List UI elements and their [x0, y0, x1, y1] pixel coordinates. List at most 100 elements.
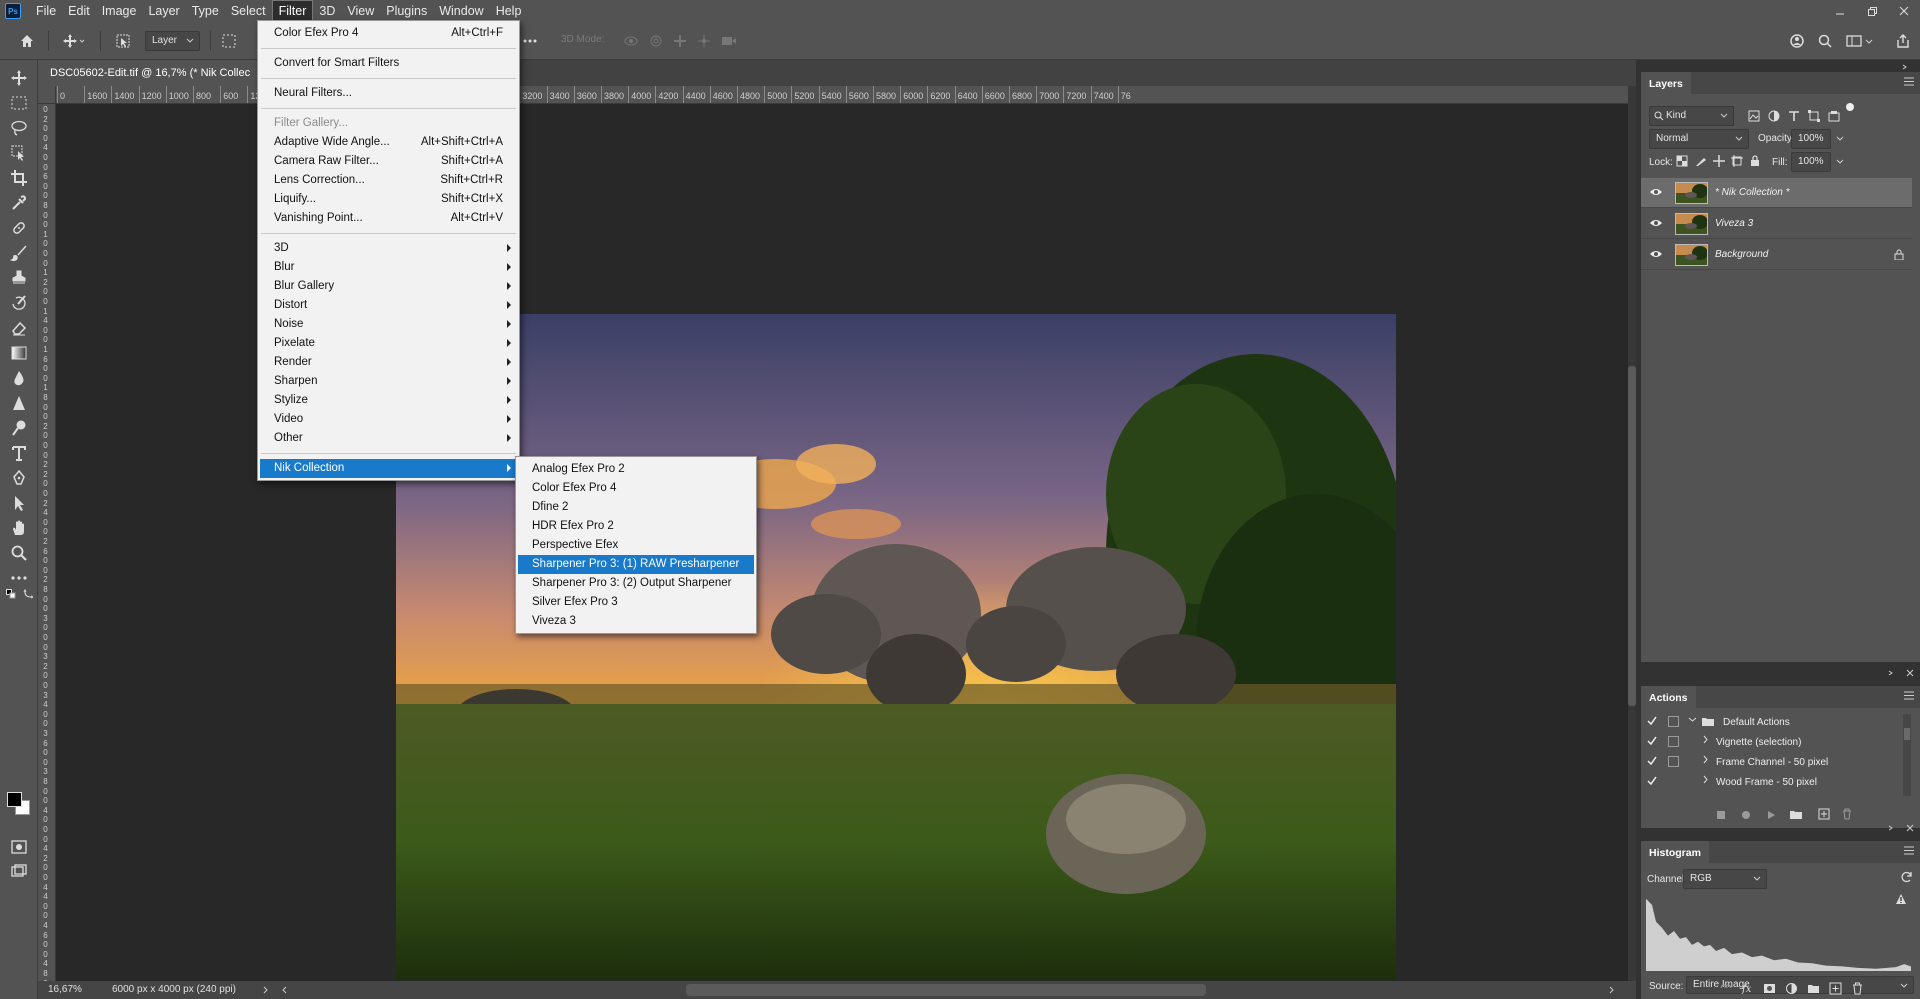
- filter-menu-item-blur[interactable]: Blur: [260, 258, 517, 277]
- layer-row[interactable]: Viveza 3: [1641, 209, 1912, 239]
- filter-menu-item-video[interactable]: Video: [260, 410, 517, 429]
- dialog-toggle-icon[interactable]: [1668, 756, 1679, 767]
- visibility-eye-icon[interactable]: [1649, 218, 1663, 228]
- auto-select-icon[interactable]: [110, 22, 136, 60]
- filter-menu-item-stylize[interactable]: Stylize: [260, 391, 517, 410]
- opacity-field[interactable]: 100%: [1791, 129, 1831, 149]
- blur-tool-icon[interactable]: [8, 367, 30, 389]
- sharpen-tool-icon[interactable]: [8, 392, 30, 414]
- nik-menu-item-dfine-2[interactable]: Dfine 2: [518, 498, 754, 517]
- lock-icon[interactable]: [1894, 249, 1904, 260]
- lock-artboard-icon[interactable]: [1731, 155, 1743, 167]
- status-menu-arrow-icon[interactable]: [263, 986, 269, 994]
- layer-name[interactable]: Viveza 3: [1715, 218, 1753, 229]
- delete-action-icon[interactable]: [1841, 808, 1853, 820]
- filter-menu-item-nik-collection[interactable]: Nik Collection: [260, 459, 517, 478]
- document-info[interactable]: 6000 px x 4000 px (240 ppi): [112, 984, 236, 995]
- histogram-tab[interactable]: Histogram: [1641, 841, 1709, 863]
- 3d-roll-icon[interactable]: [645, 22, 667, 60]
- 3d-orbit-icon[interactable]: [620, 22, 642, 60]
- actions-scrollbar[interactable]: [1903, 714, 1911, 796]
- fx-icon[interactable]: fx: [1741, 982, 1754, 995]
- 3d-camera-icon[interactable]: [718, 22, 740, 60]
- nik-menu-item-analog-efex-pro-2[interactable]: Analog Efex Pro 2: [518, 460, 754, 479]
- filter-adjustment-layers-icon[interactable]: [1768, 110, 1780, 122]
- move-tool-options-icon[interactable]: [58, 22, 90, 60]
- 3d-pan-icon[interactable]: [669, 22, 691, 60]
- action-enabled-check-icon[interactable]: [1647, 756, 1657, 765]
- layer-thumbnail[interactable]: [1675, 244, 1708, 266]
- brush-tool-icon[interactable]: [8, 242, 30, 264]
- kind-filter-dropdown[interactable]: Kind: [1649, 106, 1734, 126]
- nik-menu-item-viveza-3[interactable]: Viveza 3: [518, 612, 754, 631]
- blend-mode-dropdown[interactable]: Normal: [1649, 129, 1749, 149]
- action-row[interactable]: Frame Channel - 50 pixel: [1641, 752, 1903, 772]
- refresh-icon[interactable]: [1901, 871, 1913, 883]
- filter-menu-item-blur-gallery[interactable]: Blur Gallery: [260, 277, 517, 296]
- layer-thumbnail[interactable]: [1675, 213, 1708, 235]
- edit-toolbar-icon[interactable]: [8, 567, 30, 589]
- action-enabled-check-icon[interactable]: [1647, 736, 1657, 745]
- layer-row[interactable]: Background: [1641, 240, 1912, 270]
- dialog-toggle-icon[interactable]: [1668, 716, 1679, 727]
- default-colors-icon[interactable]: [5, 588, 17, 600]
- dodge-tool-icon[interactable]: [8, 417, 30, 439]
- filter-type-layers-icon[interactable]: [1788, 110, 1800, 122]
- document-image[interactable]: [396, 314, 1396, 980]
- filter-menu-item-noise[interactable]: Noise: [260, 315, 517, 334]
- more-options-icon[interactable]: [520, 22, 540, 60]
- new-layer-icon[interactable]: [1829, 982, 1842, 995]
- marquee-tool-icon[interactable]: [8, 92, 30, 114]
- workspace-switcher-icon[interactable]: [1842, 22, 1878, 60]
- delete-layer-icon[interactable]: [1851, 982, 1864, 995]
- transform-controls-icon[interactable]: [218, 22, 240, 60]
- auto-select-target-dropdown[interactable]: Layer: [145, 31, 200, 51]
- lock-image-pixels-icon[interactable]: [1695, 155, 1707, 167]
- hand-tool-icon[interactable]: [8, 517, 30, 539]
- filter-pixel-layers-icon[interactable]: [1748, 110, 1760, 122]
- document-tab[interactable]: DSC05602-Edit.tif @ 16,7% (* Nik Collec: [38, 60, 288, 86]
- learn-icon[interactable]: [1784, 22, 1810, 60]
- menu-plugins[interactable]: Plugins: [380, 0, 433, 22]
- menu-help[interactable]: Help: [490, 0, 528, 22]
- pen-tool-icon[interactable]: [8, 467, 30, 489]
- dialog-toggle-icon[interactable]: [1668, 736, 1679, 747]
- menu-window[interactable]: Window: [433, 0, 489, 22]
- zoom-tool-icon[interactable]: [8, 542, 30, 564]
- ruler-origin[interactable]: [38, 86, 56, 104]
- new-group-icon[interactable]: [1807, 982, 1820, 995]
- layer-name[interactable]: Background: [1715, 249, 1768, 260]
- filter-smart-objects-icon[interactable]: [1828, 110, 1840, 122]
- gradient-tool-icon[interactable]: [8, 342, 30, 364]
- scroll-right-icon[interactable]: [1609, 986, 1615, 994]
- object-selection-tool-icon[interactable]: [8, 142, 30, 164]
- type-tool-icon[interactable]: [8, 442, 30, 464]
- filter-toggle-icon[interactable]: [1845, 102, 1855, 112]
- menu-image[interactable]: Image: [96, 0, 143, 22]
- panel-menu-icon[interactable]: [1904, 846, 1914, 855]
- filter-menu-item-render[interactable]: Render: [260, 353, 517, 372]
- eraser-tool-icon[interactable]: [8, 317, 30, 339]
- filter-menu-item-vanishing-point[interactable]: Vanishing Point... Alt+Ctrl+V: [260, 209, 517, 228]
- 3d-slide-icon[interactable]: [693, 22, 715, 60]
- filter-menu-item-color-efex-pro-4[interactable]: Color Efex Pro 4 Alt+Ctrl+F: [260, 24, 517, 43]
- screen-mode-icon[interactable]: [8, 860, 30, 882]
- filter-menu-item-other[interactable]: Other: [260, 429, 517, 448]
- layer-thumbnail[interactable]: [1675, 182, 1708, 204]
- foreground-color-swatch[interactable]: [7, 792, 22, 807]
- clone-stamp-tool-icon[interactable]: [8, 267, 30, 289]
- add-mask-icon[interactable]: [1763, 982, 1776, 995]
- minimize-icon[interactable]: [1824, 0, 1856, 22]
- menu-file[interactable]: File: [30, 0, 62, 22]
- nik-menu-item-sharpener-pro-3-1-raw-presharpener[interactable]: Sharpener Pro 3: (1) RAW Presharpener: [518, 555, 754, 574]
- lock-position-icon[interactable]: [1713, 155, 1725, 167]
- nik-menu-item-hdr-efex-pro-2[interactable]: HDR Efex Pro 2: [518, 517, 754, 536]
- layer-row[interactable]: * Nik Collection *: [1641, 178, 1912, 208]
- channel-dropdown[interactable]: RGB: [1683, 869, 1767, 889]
- nik-menu-item-perspective-efex[interactable]: Perspective Efex: [518, 536, 754, 555]
- play-selection-icon[interactable]: [1766, 810, 1776, 820]
- new-action-icon[interactable]: [1818, 808, 1830, 820]
- chevron-right-icon[interactable]: [1701, 775, 1710, 784]
- visibility-eye-icon[interactable]: [1649, 249, 1663, 259]
- lock-transparent-pixels-icon[interactable]: [1676, 155, 1688, 167]
